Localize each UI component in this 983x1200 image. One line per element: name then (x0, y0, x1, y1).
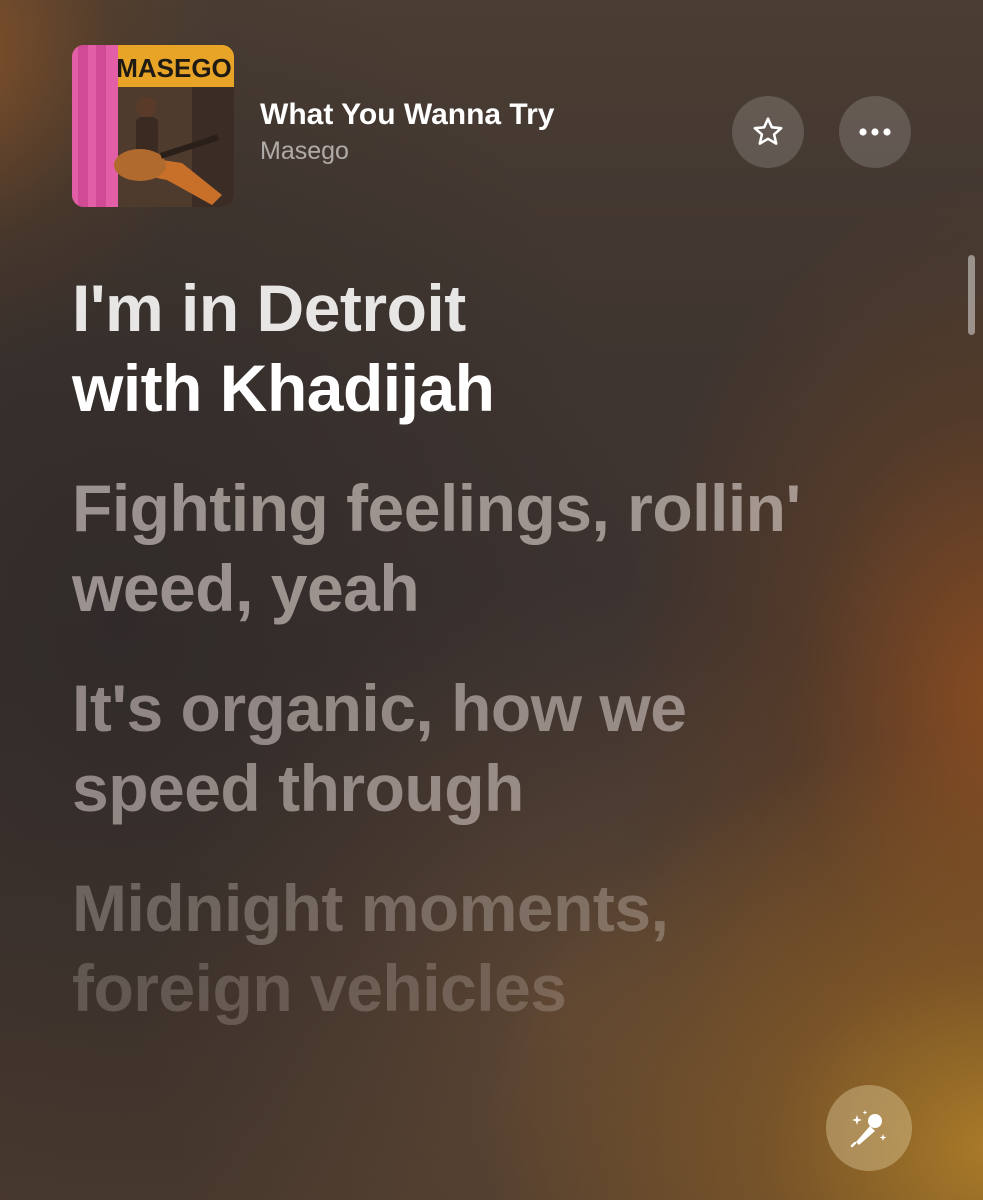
now-playing-header: MASEGO What You Wanna Try Masego (0, 0, 983, 230)
lyric-text: foreign vehicles (72, 951, 567, 1025)
lyric-line[interactable]: It's organic, how we speed through (72, 668, 952, 828)
lyric-line-current[interactable]: I'm in Detroit with Khadijah (72, 268, 952, 428)
album-art-title: MASEGO (116, 53, 232, 83)
album-artwork[interactable]: MASEGO (72, 45, 234, 207)
lyric-text: Midnight moments, (72, 871, 669, 945)
lyric-text: weed, yeah (72, 551, 420, 625)
album-artwork-image: MASEGO (72, 45, 234, 207)
lyric-text: with Khadijah (72, 351, 495, 425)
more-options-button[interactable] (839, 96, 911, 168)
ellipsis-icon (859, 128, 891, 136)
lyrics-scrollbar[interactable] (968, 255, 975, 335)
sing-along-button[interactable] (826, 1085, 912, 1171)
lyric-text: I'm in Detroit (72, 271, 466, 345)
song-artist[interactable]: Masego (260, 137, 349, 166)
lyrics-list: I'm in Detroit with Khadijah Fighting fe… (72, 268, 952, 1068)
song-title[interactable]: What You Wanna Try (260, 98, 554, 132)
lyric-text: speed through (72, 751, 524, 825)
lyric-text: Fighting feelings, rollin' (72, 471, 801, 545)
lyric-text: It's organic, how we (72, 671, 687, 745)
lyric-line[interactable]: Fighting feelings, rollin' weed, yeah (72, 468, 952, 628)
microphone-sparkles-icon (850, 1110, 887, 1148)
lyric-line[interactable]: Midnight moments, foreign vehicles (72, 868, 952, 1028)
star-icon (753, 117, 783, 145)
favorite-button[interactable] (732, 96, 804, 168)
